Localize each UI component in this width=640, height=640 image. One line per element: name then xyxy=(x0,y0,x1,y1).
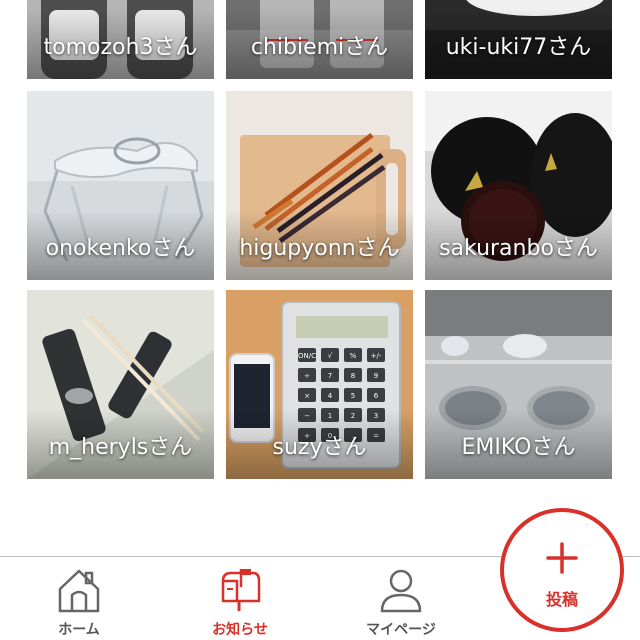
calculator-key-label: ON/C xyxy=(298,352,316,360)
tile-username: sakuranboさん xyxy=(439,236,598,261)
post-button-label: 投稿 xyxy=(545,590,578,609)
tile-username: EMIKOさん xyxy=(461,435,576,460)
calculator-key-label: ÷ xyxy=(304,372,310,380)
tile-username: tomozoh3さん xyxy=(43,35,198,60)
photo-tile[interactable]: chibiemiさん xyxy=(226,0,413,79)
plus-icon xyxy=(546,542,578,574)
calculator-key-label: % xyxy=(350,352,357,360)
calculator-key-label: 7 xyxy=(328,372,332,380)
photo-tile[interactable]: ON/C√%+/-÷789×456−123+0.= suzyさん xyxy=(226,290,413,479)
tab-home-label: ホーム xyxy=(58,622,100,638)
mailbox-icon xyxy=(221,569,261,611)
tile-username: m_herylsさん xyxy=(48,435,193,460)
photo-grid: tomozoh3さん chibiemiさん uki-uki77さん onoken… xyxy=(0,0,640,500)
calculator-key-label: 5 xyxy=(351,392,355,400)
tab-notifications-label: お知らせ xyxy=(212,622,268,638)
tab-notifications[interactable]: お知らせ xyxy=(180,557,300,640)
tile-username: uki-uki77さん xyxy=(445,35,592,60)
photo-tile[interactable]: uki-uki77さん xyxy=(425,0,612,79)
photo-tile[interactable]: onokenkoさん xyxy=(27,91,214,280)
calculator-key-label: 9 xyxy=(374,372,378,380)
calculator-key-label: 6 xyxy=(374,392,379,400)
calculator-key-label: 4 xyxy=(328,392,333,400)
photo-tile[interactable]: EMIKOさん xyxy=(425,290,612,479)
post-button[interactable]: 投稿 xyxy=(500,508,624,632)
tile-username: higupyonnさん xyxy=(239,236,400,261)
calculator-key-label: × xyxy=(304,392,310,400)
tile-username: chibiemiさん xyxy=(250,35,389,60)
calculator-key-label: √ xyxy=(328,352,333,360)
photo-tile[interactable]: sakuranboさん xyxy=(425,91,612,280)
calculator-key-label: 8 xyxy=(351,372,355,380)
tile-username: onokenkoさん xyxy=(45,236,196,261)
tab-my-page-label: マイページ xyxy=(366,622,436,638)
photo-tile[interactable]: m_herylsさん xyxy=(27,290,214,479)
calculator-key-label: +/- xyxy=(371,352,382,360)
tab-home[interactable]: ホーム xyxy=(19,557,139,640)
photo-tile[interactable]: tomozoh3さん xyxy=(27,0,214,79)
photo-tile[interactable]: higupyonnさん xyxy=(226,91,413,280)
tab-my-page[interactable]: マイページ xyxy=(341,557,461,640)
tile-username: suzyさん xyxy=(272,435,367,460)
home-icon xyxy=(58,569,100,613)
user-icon xyxy=(380,569,422,613)
